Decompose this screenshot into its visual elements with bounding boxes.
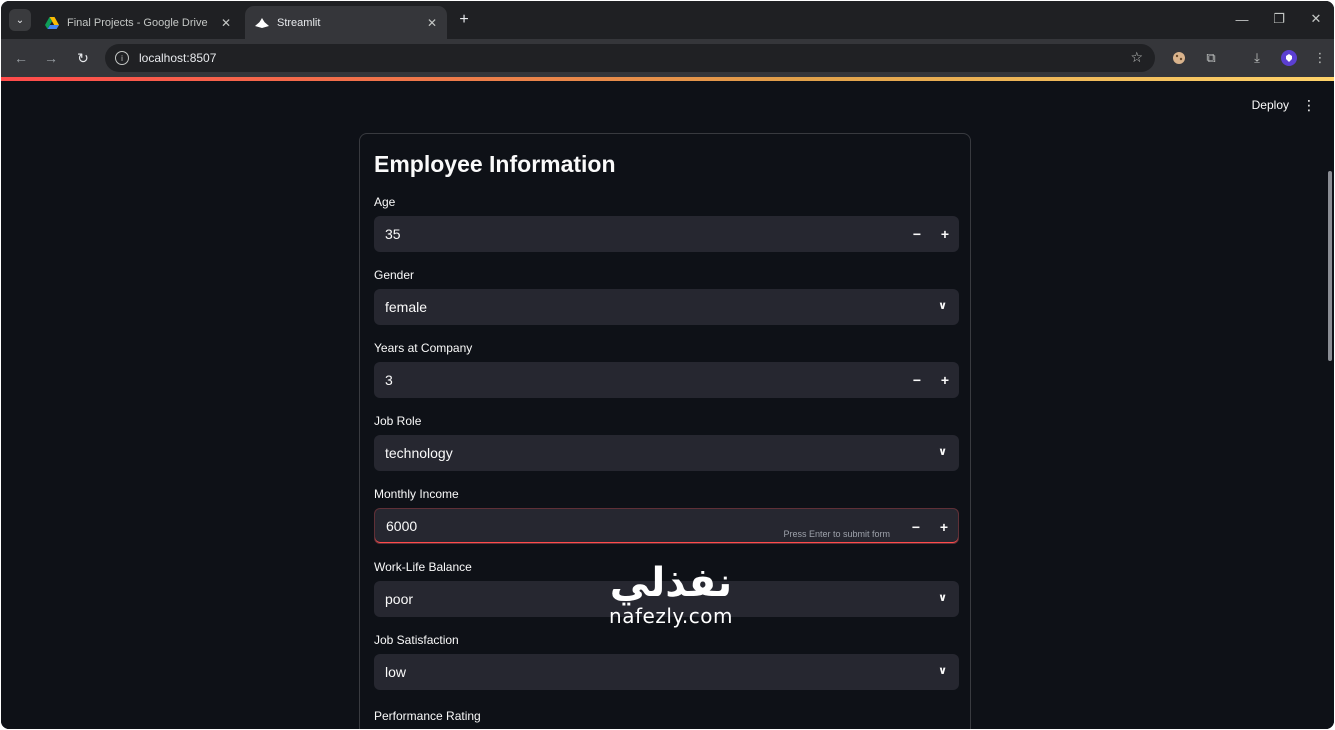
selected-value: female	[385, 299, 428, 315]
tab-streamlit[interactable]: Streamlit ✕	[245, 6, 447, 39]
reload-icon: ↻	[77, 49, 89, 66]
tab-title: Streamlit	[277, 16, 321, 29]
close-icon: ✕	[1310, 11, 1322, 26]
field-gender: Gender female ∨	[374, 266, 959, 325]
field-label-performance-rating: Performance Rating	[374, 709, 481, 723]
browser-menu-icon[interactable]: ⋮	[1311, 49, 1329, 67]
watermark-arabic: نفذلي	[609, 560, 733, 606]
field-age: Age 35 − +	[374, 193, 959, 252]
plus-icon[interactable]: +	[931, 216, 959, 252]
field-years-at-company: Years at Company 3 − +	[374, 339, 959, 398]
minimize-icon: —	[1235, 11, 1249, 27]
restore-button[interactable]: ❐	[1269, 9, 1289, 29]
forward-button[interactable]: →	[41, 48, 61, 68]
google-drive-icon	[45, 16, 59, 30]
tab-strip: ⌄ Final Projects - Google Drive ✕ Stream…	[1, 1, 1334, 39]
input-value: 6000	[386, 518, 418, 534]
chevron-down-icon: ∨	[938, 446, 947, 458]
arrow-right-icon: →	[44, 50, 58, 66]
monthly-income-number-input[interactable]: 6000 Press Enter to submit form − +	[374, 508, 959, 544]
stepper: − +	[903, 216, 959, 252]
field-label: Years at Company	[374, 341, 473, 355]
chevron-down-icon: ∨	[938, 592, 947, 604]
field-label: Age	[374, 195, 396, 209]
field-monthly-income: Monthly Income 6000 Press Enter to submi…	[374, 485, 959, 544]
browser-toolbar: ← → ↻ i localhost:8507 ☆ ⧉ ⤓ ⋮	[1, 39, 1334, 77]
stepper: − +	[902, 509, 958, 545]
input-value: 35	[385, 226, 401, 242]
nafezly-watermark-logo: نفذلي nafezly.com	[591, 561, 751, 627]
chevron-down-icon: ⌄	[15, 14, 25, 26]
main-menu-icon[interactable]: ⋮	[1302, 97, 1316, 114]
age-number-input[interactable]: 35 − +	[374, 216, 959, 252]
chevron-down-icon: ∨	[938, 665, 947, 677]
streamlit-app: Deploy ⋮ Employee Information Age 35 − +…	[1, 81, 1334, 729]
extension-cookie-icon[interactable]	[1170, 49, 1188, 67]
restore-icon: ❐	[1273, 11, 1285, 26]
info-icon[interactable]: i	[115, 51, 129, 65]
stepper: − +	[903, 362, 959, 398]
deploy-button[interactable]: Deploy	[1252, 98, 1289, 112]
tab-google-drive[interactable]: Final Projects - Google Drive ✕	[35, 6, 241, 39]
input-value: 3	[385, 372, 393, 388]
minus-icon[interactable]: −	[903, 362, 931, 398]
extensions-puzzle-icon[interactable]: ⧉	[1202, 49, 1220, 67]
back-button[interactable]: ←	[11, 48, 31, 68]
form-title: Employee Information	[374, 151, 616, 177]
reload-button[interactable]: ↻	[73, 48, 93, 68]
job-satisfaction-select[interactable]: low ∨	[374, 654, 959, 690]
field-job-role: Job Role technology ∨	[374, 412, 959, 471]
field-label: Monthly Income	[374, 487, 459, 501]
url-text: localhost:8507	[139, 51, 217, 65]
minus-icon[interactable]: −	[902, 509, 930, 545]
watermark-latin: nafezly.com	[609, 604, 733, 628]
plus-icon[interactable]: +	[930, 509, 958, 545]
arrow-left-icon: ←	[14, 50, 28, 66]
selected-value: poor	[385, 591, 414, 607]
field-label: Job Role	[374, 414, 422, 428]
plus-icon[interactable]: +	[931, 362, 959, 398]
browser-window: ⌄ Final Projects - Google Drive ✕ Stream…	[1, 1, 1334, 729]
chevron-down-icon: ∨	[938, 300, 947, 312]
address-bar[interactable]: i localhost:8507 ☆	[105, 44, 1155, 72]
tab-title: Final Projects - Google Drive	[67, 16, 208, 29]
field-label: Gender	[374, 268, 415, 282]
streamlit-icon	[255, 16, 269, 30]
field-label: Job Satisfaction	[374, 633, 459, 647]
close-icon[interactable]: ✕	[427, 16, 437, 30]
job-role-select[interactable]: technology ∨	[374, 435, 959, 471]
download-icon[interactable]: ⤓	[1248, 49, 1266, 67]
selected-value: low	[385, 664, 407, 680]
bookmark-star-icon[interactable]: ☆	[1130, 49, 1143, 66]
minus-icon[interactable]: −	[903, 216, 931, 252]
years-at-company-number-input[interactable]: 3 − +	[374, 362, 959, 398]
scrollbar[interactable]	[1328, 171, 1332, 361]
selected-value: technology	[385, 445, 453, 461]
field-job-satisfaction: Job Satisfaction low ∨	[374, 631, 959, 690]
employee-form: Employee Information Age 35 − + Gender f…	[359, 133, 971, 729]
new-tab-button[interactable]: +	[455, 9, 473, 31]
minimize-button[interactable]: —	[1232, 9, 1252, 29]
close-icon[interactable]: ✕	[221, 16, 231, 30]
gender-select[interactable]: female ∨	[374, 289, 959, 325]
tab-search-button[interactable]: ⌄	[9, 9, 31, 31]
profile-avatar-icon[interactable]	[1280, 49, 1298, 67]
submit-hint: Press Enter to submit form	[783, 529, 890, 539]
window-close-button[interactable]: ✕	[1306, 9, 1326, 29]
plus-icon: +	[459, 11, 469, 28]
